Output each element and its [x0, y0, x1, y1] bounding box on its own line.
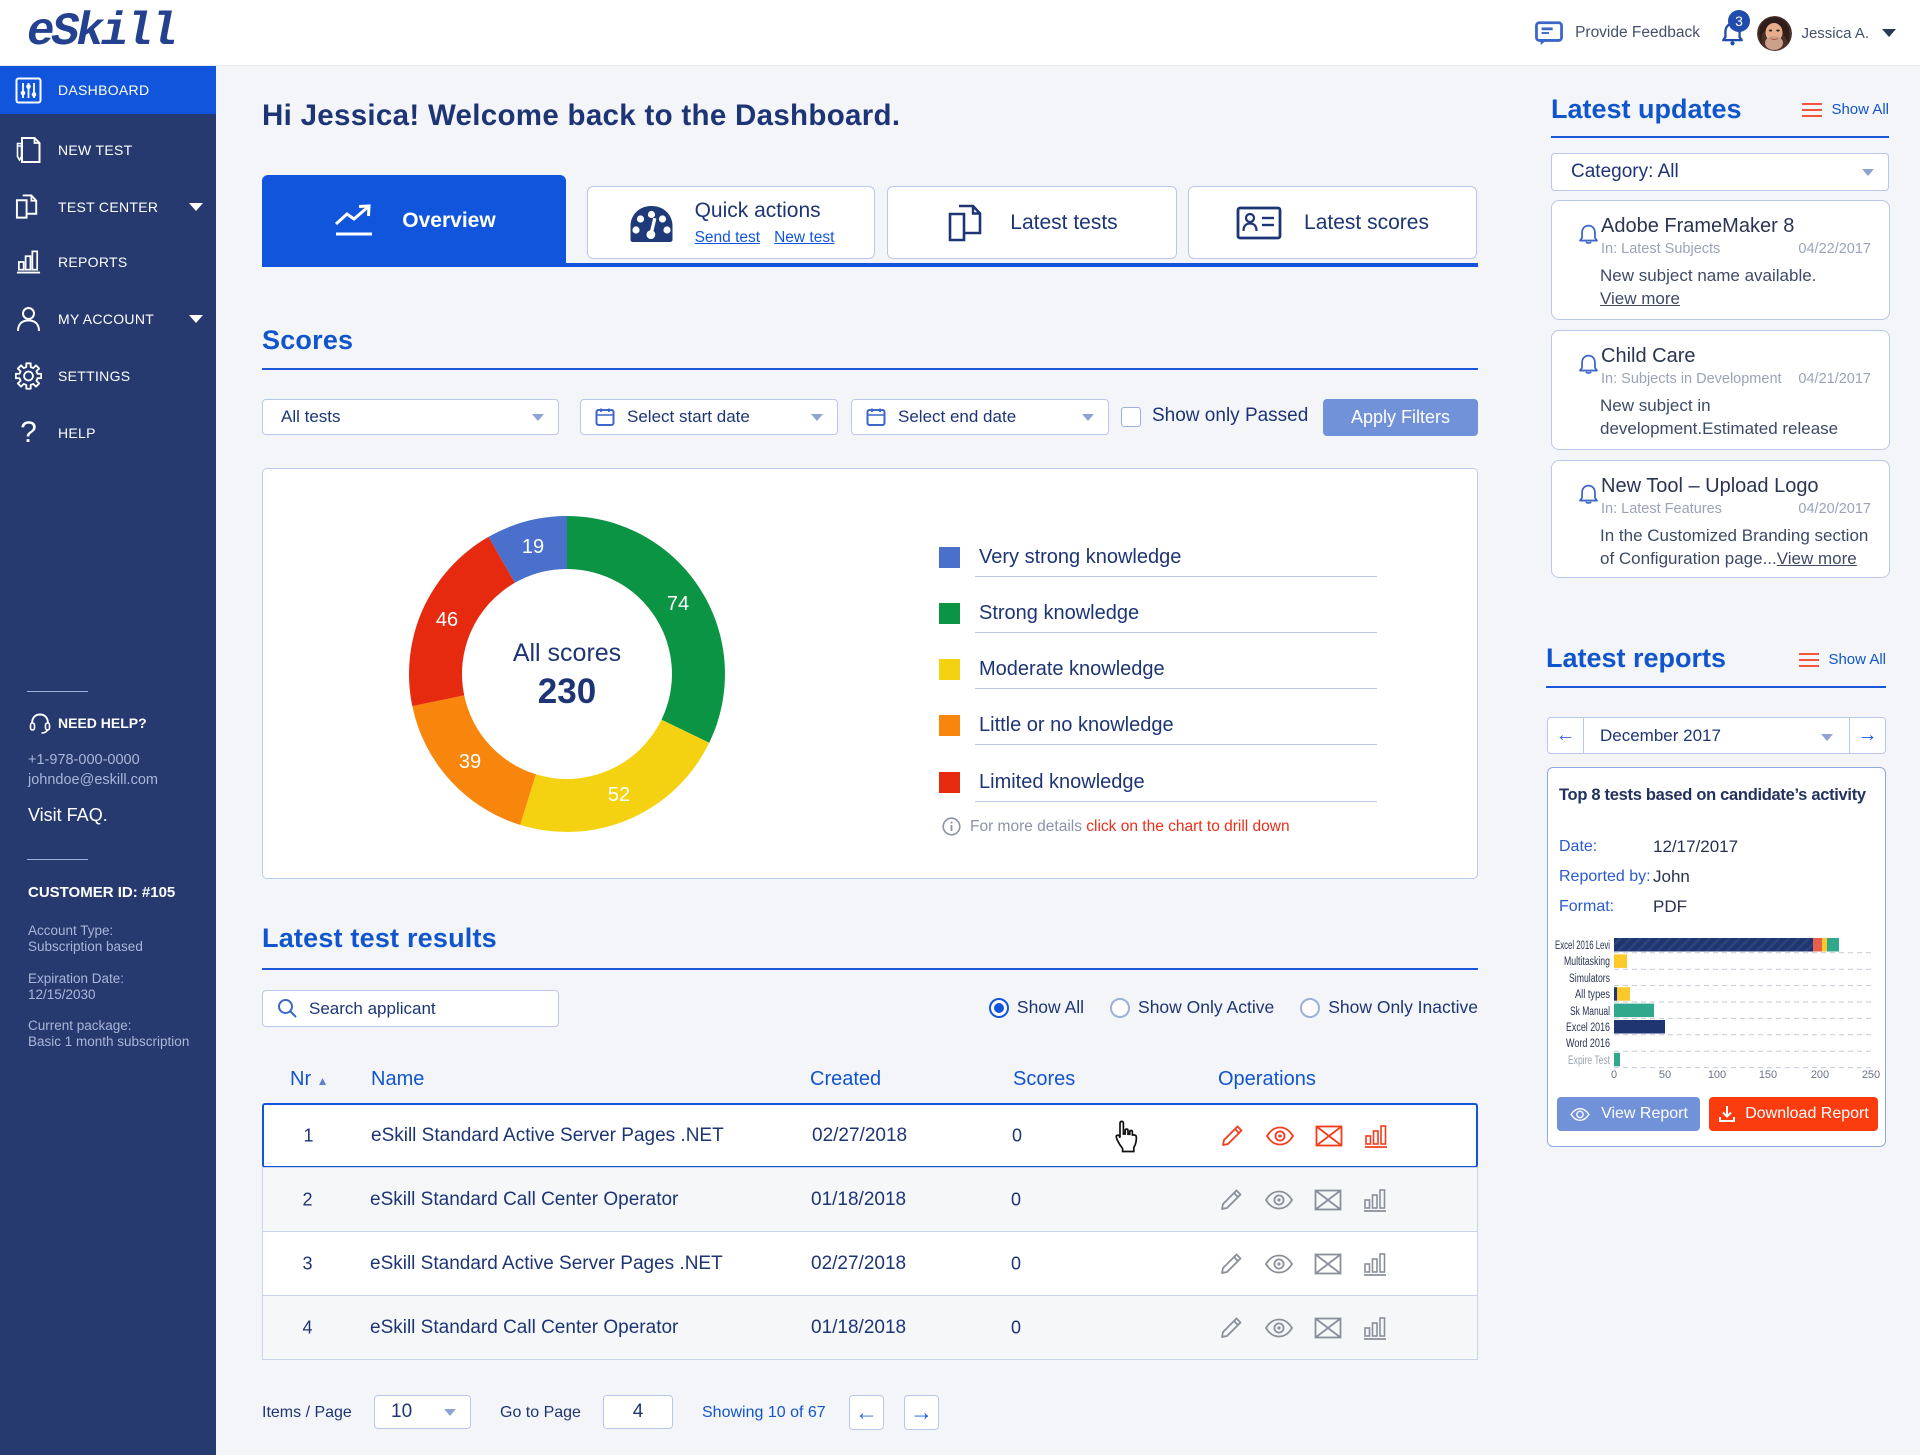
svg-text:Sk Manual: Sk Manual [1570, 1006, 1610, 1018]
svg-text:Expire Test: Expire Test [1568, 1055, 1611, 1067]
svg-text:Simulators: Simulators [1569, 973, 1610, 985]
svg-text:50: 50 [1659, 1069, 1671, 1081]
svg-text:Multitasking: Multitasking [1564, 956, 1610, 968]
svg-text:74: 74 [667, 593, 689, 615]
svg-text:Excel 2016: Excel 2016 [1566, 1022, 1610, 1034]
svg-text:52: 52 [608, 784, 630, 806]
svg-text:0: 0 [1611, 1069, 1617, 1081]
svg-text:All scores: All scores [513, 639, 621, 667]
svg-text:100: 100 [1708, 1069, 1726, 1081]
svg-text:150: 150 [1759, 1069, 1777, 1081]
svg-text:Excel 2016 Levi: Excel 2016 Levi [1555, 940, 1610, 952]
svg-text:230: 230 [538, 672, 596, 711]
svg-text:Word 2016: Word 2016 [1566, 1038, 1610, 1050]
svg-text:200: 200 [1811, 1069, 1829, 1081]
svg-text:19: 19 [522, 536, 544, 558]
svg-text:39: 39 [459, 751, 481, 773]
svg-text:46: 46 [436, 609, 458, 631]
svg-text:250: 250 [1862, 1069, 1880, 1081]
svg-text:All types: All types [1575, 989, 1610, 1001]
